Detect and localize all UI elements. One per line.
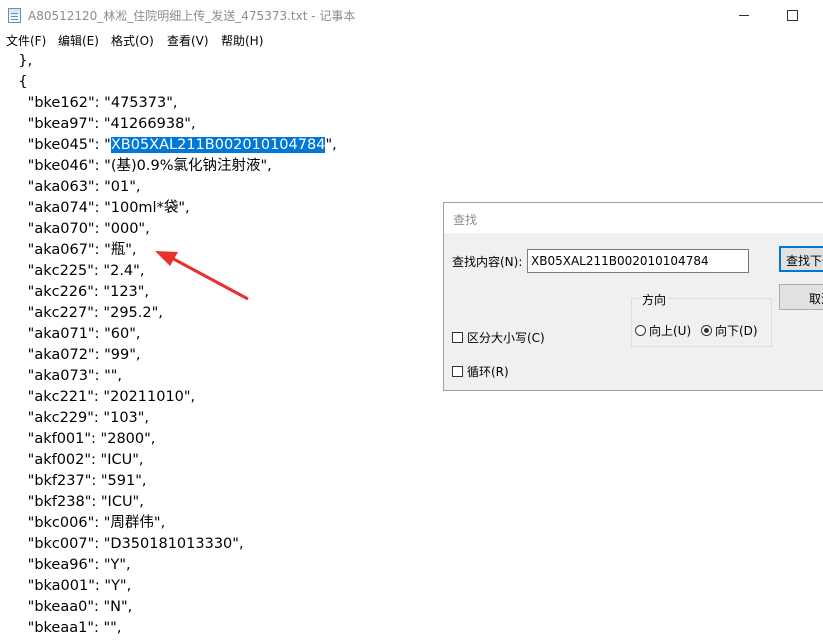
- editor-line-text: "bke045": ": [0, 137, 111, 153]
- editor-line-text: "bkeaa1": "",: [0, 620, 122, 636]
- direction-group: 方向 向上(U) 向下(D): [631, 291, 772, 347]
- find-next-button[interactable]: 查找下一个(F): [779, 246, 823, 272]
- editor-line-text: "bkea96": "Y",: [0, 557, 131, 573]
- editor-line-text: {: [0, 74, 28, 90]
- editor-line-text: "bkf237": "591",: [0, 473, 147, 489]
- editor-line-text: },: [0, 53, 33, 69]
- editor-line: "bkea97": "41266938",: [0, 114, 196, 135]
- editor-line: "bkc006": "周群伟",: [0, 513, 166, 534]
- notepad-icon: [8, 8, 21, 23]
- editor-line-text: "bka001": "Y",: [0, 578, 132, 594]
- editor-line: "akc225": "2.4",: [0, 261, 145, 282]
- editor-line: "akc229": "103",: [0, 408, 149, 429]
- match-case-box: [452, 332, 463, 343]
- editor-line-suffix: ",: [325, 137, 337, 153]
- editor-line-text: "aka072": "99",: [0, 347, 141, 363]
- editor-line-text: "bkf238": "ICU",: [0, 494, 144, 510]
- menu-help[interactable]: 帮助(H): [221, 32, 263, 49]
- editor-line: },: [0, 51, 32, 72]
- match-case-checkbox[interactable]: 区分大小写(C): [452, 329, 545, 346]
- menu-format[interactable]: 格式(O): [111, 32, 154, 49]
- editor-line: "bkea96": "Y",: [0, 555, 131, 576]
- editor-line: "bkeaa0": "N",: [0, 597, 133, 618]
- editor-line-text: "akc225": "2.4",: [0, 263, 145, 279]
- editor-line: "bkeaa1": "",: [0, 618, 122, 639]
- find-dialog-titlebar: 查找: [444, 203, 823, 233]
- editor-line-text: "aka063": "01",: [0, 179, 141, 195]
- editor-line: "akc226": "123",: [0, 282, 149, 303]
- wrap-checkbox[interactable]: 循环(R): [452, 363, 509, 380]
- editor-line: "akf002": "ICU",: [0, 450, 144, 471]
- editor-line: "bke045": "XB05XAL211B002010104784",: [0, 135, 337, 156]
- direction-down-label: 向下(D): [715, 324, 758, 338]
- editor-line: "bke162": "475373",: [0, 93, 178, 114]
- find-what-label: 查找内容(N):: [452, 255, 523, 269]
- editor-line: "aka072": "99",: [0, 345, 141, 366]
- editor-line-text: "bkeaa0": "N",: [0, 599, 133, 615]
- menu-file[interactable]: 文件(F): [6, 32, 46, 49]
- find-dialog: 查找 查找内容(N): XB05XAL211B002010104784 查找下一…: [443, 202, 823, 391]
- selected-text: XB05XAL211B002010104784: [110, 137, 326, 153]
- editor-line-text: "akc221": "20211010",: [0, 389, 196, 405]
- editor-line-text: "akc227": "295.2",: [0, 305, 163, 321]
- editor-line-text: "akc229": "103",: [0, 410, 150, 426]
- wrap-label: 循环(R): [467, 365, 509, 379]
- editor-line-text: "bke162": "475373",: [0, 95, 178, 111]
- editor-line: "bkf238": "ICU",: [0, 492, 144, 513]
- direction-up-label: 向上(U): [649, 324, 692, 338]
- editor-line: "akf001": "2800",: [0, 429, 156, 450]
- editor-line: "bkc007": "D350181013330",: [0, 534, 244, 555]
- find-dialog-title: 查找: [453, 213, 478, 227]
- editor-line: "bke046": "(基)0.9%氯化钠注射液",: [0, 156, 272, 177]
- direction-label: 方向: [640, 291, 669, 308]
- editor-line-text: "aka071": "60",: [0, 326, 141, 342]
- editor-line-text: "akf002": "ICU",: [0, 452, 144, 468]
- editor-line-text: "aka074": "100ml*袋",: [0, 200, 190, 216]
- title-bar: A80512120_林凇_住院明细上传_发送_475373.txt - 记事本: [0, 0, 823, 30]
- editor-line: "aka070": "000",: [0, 219, 150, 240]
- editor-line: "akc227": "295.2",: [0, 303, 163, 324]
- editor-line-text: "aka073": "",: [0, 368, 123, 384]
- match-case-label: 区分大小写(C): [467, 331, 545, 345]
- direction-down-radio[interactable]: 向下(D): [701, 322, 758, 339]
- radio-up-icon: [635, 325, 646, 336]
- editor-line: "bkf237": "591",: [0, 471, 147, 492]
- editor-line: "aka071": "60",: [0, 324, 141, 345]
- editor-line: "aka067": "瓶",: [0, 240, 137, 261]
- window-title: A80512120_林凇_住院明细上传_发送_475373.txt - 记事本: [28, 9, 356, 23]
- editor-line: "aka074": "100ml*袋",: [0, 198, 190, 219]
- radio-down-icon: [701, 325, 712, 336]
- menu-view[interactable]: 查看(V): [167, 32, 209, 49]
- menu-edit[interactable]: 编辑(E): [58, 32, 99, 49]
- minimize-button[interactable]: [721, 0, 767, 30]
- minimize-icon: [739, 14, 749, 16]
- editor-line: "bka001": "Y",: [0, 576, 132, 597]
- editor-line: "aka073": "",: [0, 366, 122, 387]
- direction-up-radio[interactable]: 向上(U): [635, 322, 691, 339]
- maximize-icon: [786, 9, 798, 21]
- cancel-button[interactable]: 取消: [779, 284, 823, 310]
- editor-line-text: "aka067": "瓶",: [0, 242, 137, 258]
- editor-line-text: "akf001": "2800",: [0, 431, 156, 447]
- editor-line: "akc221": "20211010",: [0, 387, 196, 408]
- editor-line-text: "akc226": "123",: [0, 284, 150, 300]
- editor-line-text: "aka070": "000",: [0, 221, 150, 237]
- editor-line-text: "bke046": "(基)0.9%氯化钠注射液",: [0, 158, 272, 174]
- maximize-button[interactable]: [769, 0, 815, 30]
- editor-line: "aka063": "01",: [0, 177, 141, 198]
- editor-line-text: "bkea97": "41266938",: [0, 116, 196, 132]
- menu-bar: 文件(F) 编辑(E) 格式(O) 查看(V) 帮助(H): [0, 30, 823, 50]
- editor-line-text: "bkc006": "周群伟",: [0, 515, 166, 531]
- editor-line-text: "bkc007": "D350181013330",: [0, 536, 244, 552]
- wrap-box: [452, 366, 463, 377]
- find-what-input[interactable]: XB05XAL211B002010104784: [527, 249, 749, 273]
- editor-line: {: [0, 72, 28, 93]
